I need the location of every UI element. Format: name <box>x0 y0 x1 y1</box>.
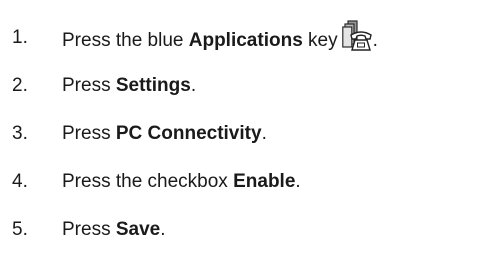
applications-key-icon <box>341 20 372 52</box>
step-text-after: . <box>160 219 166 240</box>
step-text-before: Press <box>62 123 116 144</box>
step-text-after: . <box>261 123 267 144</box>
step-4: 4. Press the checkbox Enable. <box>0 164 503 200</box>
step-text-after: key <box>302 30 338 51</box>
step-text-before: Press <box>62 219 116 240</box>
step-number: 3. <box>12 123 28 144</box>
step-text-after: . <box>295 171 301 192</box>
step-2: 2. Press Settings. <box>0 68 503 104</box>
step-end: . <box>372 30 378 51</box>
step-text: Press Save. <box>62 212 166 248</box>
step-number: 2. <box>12 75 28 96</box>
step-number: 5. <box>12 219 28 240</box>
enable-label: Enable <box>233 171 296 192</box>
applications-key-label: Applications <box>188 30 303 51</box>
pc-connectivity-label: PC Connectivity <box>115 123 262 144</box>
step-text: Press the checkbox Enable. <box>62 164 301 200</box>
step-number: 1. <box>12 27 28 48</box>
step-text: Press the blue Applications key . <box>62 20 378 59</box>
step-5: 5. Press Save. <box>0 212 503 248</box>
step-text: Press PC Connectivity. <box>62 116 267 152</box>
settings-label: Settings <box>115 75 191 96</box>
step-1: 1. Press the blue Applications key . <box>0 20 503 56</box>
step-number: 4. <box>12 171 28 192</box>
step-3: 3. Press PC Connectivity. <box>0 116 503 152</box>
step-text-before: Press <box>62 75 116 96</box>
save-label: Save <box>115 219 161 240</box>
step-text-before: Press the blue <box>62 30 189 51</box>
step-text: Press Settings. <box>62 68 196 104</box>
step-text-before: Press the checkbox <box>62 171 234 192</box>
step-text-after: . <box>190 75 197 96</box>
